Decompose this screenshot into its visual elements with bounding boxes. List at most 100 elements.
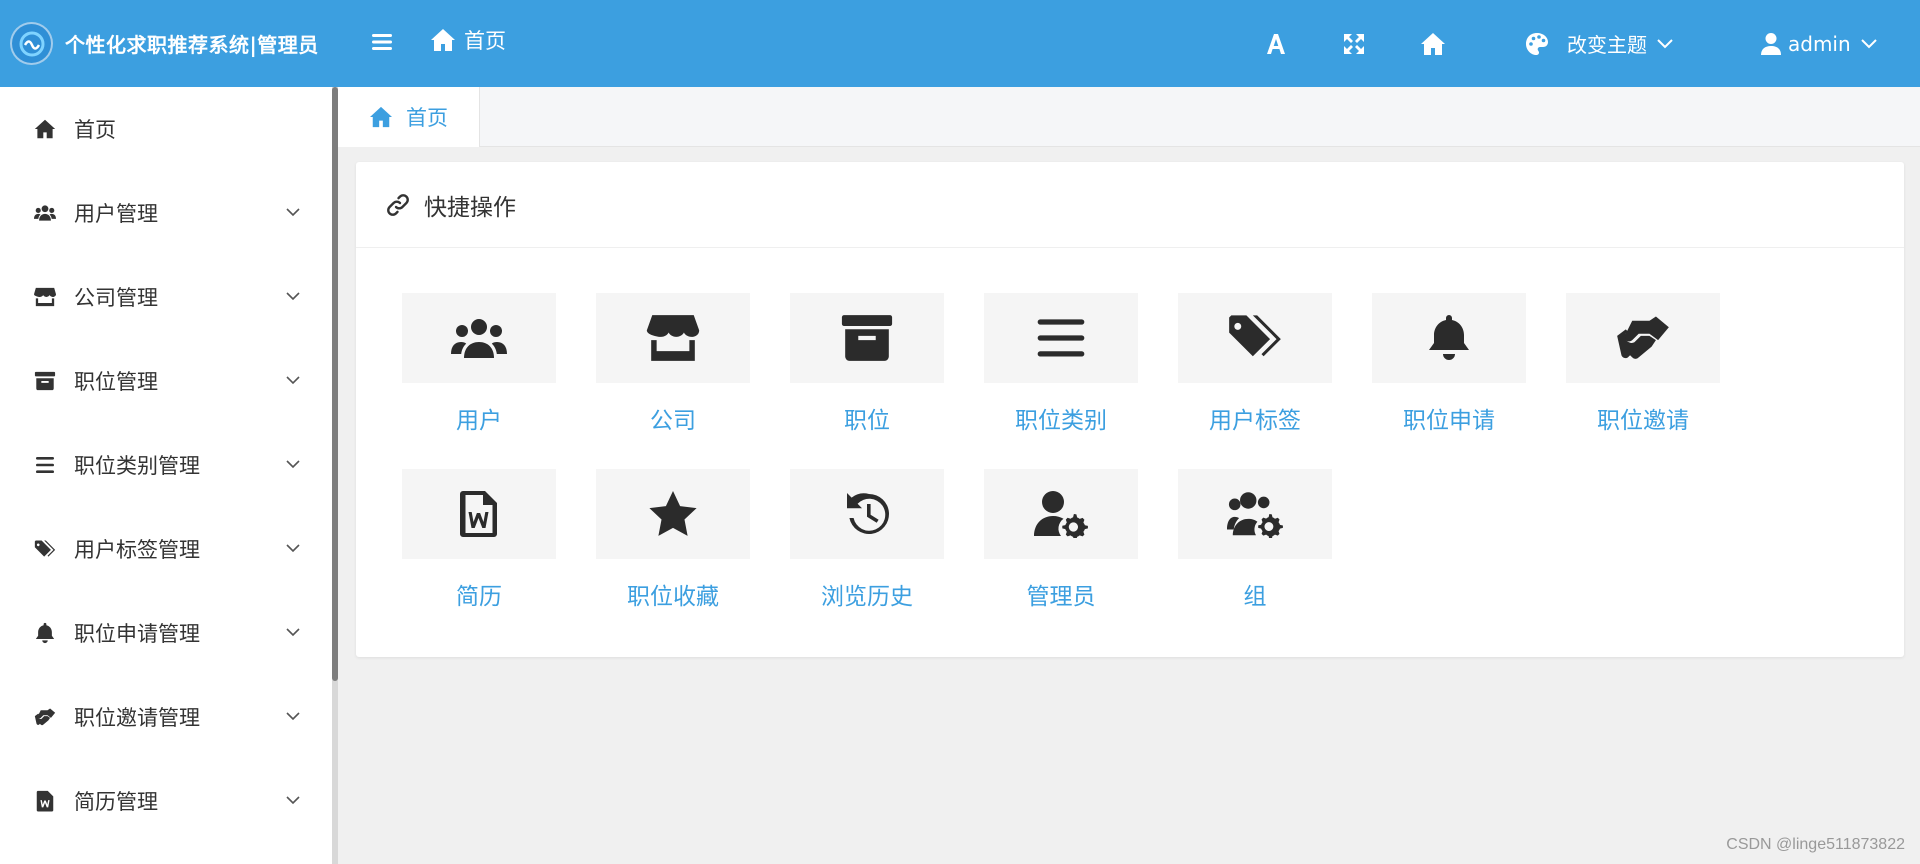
sidebar-item-label: 职位申请管理 — [74, 622, 200, 646]
logo-icon — [10, 22, 53, 65]
sidebar-item-user-tags[interactable]: 用户标签管理 — [0, 507, 332, 591]
theme-label: 改变主题 — [1567, 33, 1647, 57]
sidebar-item-resumes[interactable]: 简历管理 — [0, 759, 332, 843]
home-icon — [33, 117, 57, 141]
archive-icon — [841, 315, 893, 361]
quick-action-label: 职位 — [844, 408, 890, 434]
chevron-down-icon — [286, 376, 300, 385]
quick-action-label: 职位类别 — [1015, 408, 1107, 434]
sidebar: 首页 用户管理 公司管理 职位管理 职位类别管理 用户标签管理 职位申请管理 职… — [0, 87, 332, 864]
sidebar-item-label: 首页 — [74, 118, 116, 142]
home-icon — [1421, 32, 1445, 55]
top-header: 个性化求职推荐系统|管理员 首页 改变主题 admin — [0, 0, 1920, 87]
sidebar-item-label: 职位类别管理 — [74, 454, 200, 478]
sidebar-scrollbar-thumb[interactable] — [332, 87, 338, 681]
quick-action-label: 简历 — [456, 584, 502, 610]
quick-action-label: 用户 — [456, 408, 502, 434]
list-icon — [33, 453, 57, 477]
quick-action-admins[interactable]: 管理员 — [984, 469, 1138, 611]
brand: 个性化求职推荐系统|管理员 — [0, 0, 334, 87]
quick-action-label: 用户标签 — [1209, 408, 1301, 434]
sidebar-item-company[interactable]: 公司管理 — [0, 255, 332, 339]
user-name: admin — [1788, 31, 1851, 56]
fullscreen-button[interactable] — [1343, 0, 1365, 87]
quick-action-label: 职位邀请 — [1597, 408, 1689, 434]
sidebar-item-applications[interactable]: 职位申请管理 — [0, 591, 332, 675]
sidebar-item-label: 用户管理 — [74, 202, 158, 226]
quick-action-jobs[interactable]: 职位 — [790, 293, 944, 435]
tab-label: 首页 — [406, 106, 448, 130]
list-icon — [1037, 319, 1085, 357]
tags-icon — [1229, 315, 1281, 357]
bell-icon — [1429, 315, 1469, 360]
chevron-down-icon — [286, 208, 300, 217]
menu-toggle-button[interactable] — [370, 30, 394, 54]
fullscreen-icon — [1344, 33, 1364, 54]
quick-action-groups[interactable]: 组 — [1178, 469, 1332, 611]
quick-action-user-tags[interactable]: 用户标签 — [1178, 293, 1332, 435]
chevron-down-icon — [1657, 38, 1673, 48]
store-icon — [646, 315, 700, 361]
sidebar-item-label: 职位管理 — [74, 370, 158, 394]
card-title: 快捷操作 — [424, 194, 516, 221]
app-title: 个性化求职推荐系统|管理员 — [65, 33, 319, 57]
chevron-down-icon — [286, 292, 300, 301]
quick-action-history[interactable]: 浏览历史 — [790, 469, 944, 611]
word-file-icon — [460, 491, 497, 537]
card-header: 快捷操作 — [356, 162, 1904, 248]
sidebar-item-label: 职位邀请管理 — [74, 706, 200, 730]
sidebar-item-label: 简历管理 — [74, 790, 158, 814]
quick-action-job-categories[interactable]: 职位类别 — [984, 293, 1138, 435]
quick-action-applications[interactable]: 职位申请 — [1372, 293, 1526, 435]
star-icon — [649, 491, 697, 536]
palette-icon — [1526, 32, 1548, 55]
quick-action-resumes[interactable]: 简历 — [402, 469, 556, 611]
quick-action-label: 公司 — [650, 408, 696, 434]
font-size-button[interactable] — [1266, 0, 1286, 87]
sidebar-item-label: 用户标签管理 — [74, 538, 200, 562]
quick-action-company[interactable]: 公司 — [596, 293, 750, 435]
sidebar-item-job-categories[interactable]: 职位类别管理 — [0, 423, 332, 507]
quick-action-label: 职位收藏 — [627, 584, 719, 610]
sidebar-item-label: 公司管理 — [74, 286, 158, 310]
quick-action-label: 组 — [1243, 584, 1267, 610]
word-file-icon — [33, 789, 57, 813]
header-home-button[interactable] — [1420, 0, 1446, 87]
chevron-down-icon — [286, 628, 300, 637]
tab-home[interactable]: 首页 — [338, 87, 480, 147]
watermark: CSDN @linge511873822 — [1726, 836, 1905, 853]
users-gear-icon — [1227, 492, 1283, 538]
sidebar-item-users[interactable]: 用户管理 — [0, 171, 332, 255]
chevron-down-icon — [286, 544, 300, 553]
header-home-label: 首页 — [464, 29, 506, 53]
sidebar-item-invitations[interactable]: 职位邀请管理 — [0, 675, 332, 759]
chevron-down-icon — [286, 712, 300, 721]
archive-icon — [33, 369, 57, 393]
quick-action-favorites[interactable]: 职位收藏 — [596, 469, 750, 611]
quick-action-label: 浏览历史 — [821, 584, 913, 610]
history-icon — [847, 493, 889, 534]
hamburger-icon — [372, 34, 392, 50]
quick-action-invitations[interactable]: 职位邀请 — [1566, 293, 1720, 435]
link-icon — [387, 193, 409, 216]
home-icon — [370, 106, 392, 128]
theme-dropdown[interactable]: 改变主题 — [1525, 0, 1673, 87]
chevron-down-icon — [286, 796, 300, 805]
tags-icon — [33, 537, 57, 561]
quick-action-label: 管理员 — [1026, 584, 1096, 610]
quick-action-users[interactable]: 用户 — [402, 293, 556, 435]
tab-bar: 首页 — [338, 87, 1920, 147]
home-icon — [431, 29, 455, 51]
quick-actions-card: 快捷操作 用户 公司 职位 职位类别 用户标签 职位申请 职位邀请 简历 职位收… — [356, 162, 1904, 657]
header-home-link[interactable]: 首页 — [430, 25, 506, 55]
users-icon — [33, 201, 57, 225]
handshake-icon — [33, 705, 57, 729]
font-icon — [1267, 33, 1285, 54]
sidebar-item-jobs[interactable]: 职位管理 — [0, 339, 332, 423]
users-icon — [451, 319, 507, 358]
chevron-down-icon — [286, 460, 300, 469]
user-gear-icon — [1034, 491, 1088, 538]
store-icon — [33, 285, 57, 309]
sidebar-item-home[interactable]: 首页 — [0, 87, 332, 171]
user-dropdown[interactable]: admin — [1760, 0, 1877, 87]
